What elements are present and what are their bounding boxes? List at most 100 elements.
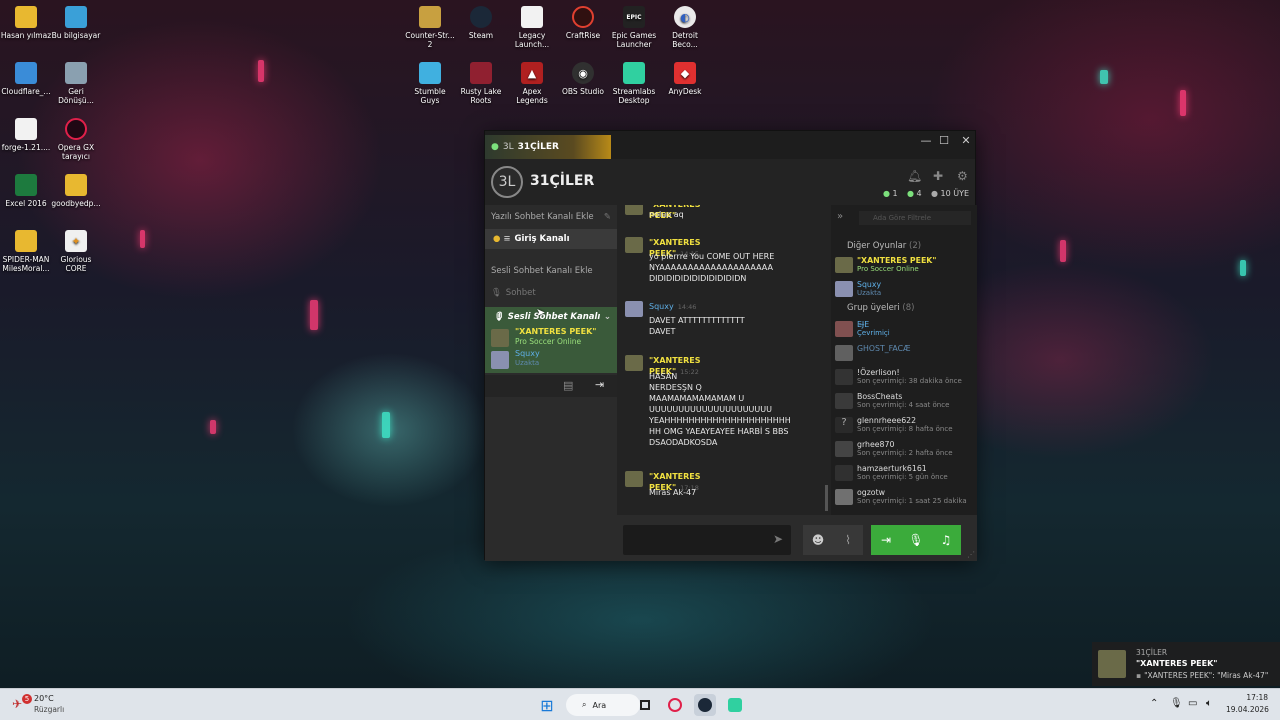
taskbar-app-opera[interactable] (664, 694, 686, 716)
voice-channel-icon: 🎙︎ (493, 312, 504, 322)
desktop-icon[interactable]: Cloudflare_... (0, 62, 52, 96)
desktop-icon[interactable]: Geri Dönüşü... (50, 62, 102, 105)
emoji-button[interactable]: ☻ (803, 525, 833, 555)
network-icon[interactable]: ▭ (1188, 698, 1197, 709)
task-view-button[interactable] (634, 694, 656, 716)
text-channel-icon: ≡ (503, 234, 511, 244)
task-view-icon (640, 700, 650, 710)
member-filter-input[interactable]: Ada Göre Filtrele (859, 211, 971, 225)
desktop-icon[interactable]: Legacy Launch... (506, 6, 558, 49)
desktop-icon[interactable]: goodbyedp... (50, 174, 102, 208)
desktop-icon[interactable]: SPIDER-MAN MilesMoral... (0, 230, 52, 273)
member-row[interactable]: GHOST_FACÆ (835, 343, 975, 363)
start-button[interactable]: ⊞ (536, 694, 558, 716)
voice-controls: ▤ ⇥ (485, 375, 617, 397)
avatar (625, 301, 643, 317)
taskbar-search[interactable]: ⌕ Ara (566, 694, 640, 716)
avatar (835, 489, 853, 505)
desktop-icon[interactable]: Steam (455, 6, 507, 40)
avatar (835, 281, 853, 297)
desktop-icon[interactable]: Stumble Guys (404, 62, 456, 105)
desktop-icon[interactable]: Rusty Lake Roots (455, 62, 507, 105)
microphone-button[interactable]: 🎙︎ (901, 525, 931, 555)
text-channel-giris[interactable]: ● ≡ Giriş Kanalı (485, 229, 617, 249)
member-row[interactable]: hamzaerturk6161 Son çevrimiçi: 5 gün önce (835, 463, 975, 483)
message-author[interactable]: Squxy 14:46 (649, 301, 696, 313)
headphones-button[interactable]: ♫ (931, 525, 961, 555)
window-titlebar[interactable]: ● 3L 31ÇİLER — ☐ ✕ (485, 131, 975, 159)
message-input[interactable]: ➤ (623, 525, 791, 555)
close-icon[interactable]: ✕ (959, 134, 973, 147)
search-icon: ⌕ (582, 700, 587, 709)
message-text: noluo aq (649, 210, 684, 219)
desktop-icon[interactable]: Streamlabs Desktop (608, 62, 660, 105)
emoji-icon: ☻ (811, 533, 825, 547)
resize-grip-icon[interactable]: ⋰ (967, 550, 975, 559)
pin-icon[interactable]: ✎ (604, 212, 611, 222)
folder-icon (15, 230, 37, 252)
chevron-up-icon[interactable]: ⌃ (1150, 698, 1158, 709)
desktop-icon[interactable]: CraftRise (557, 6, 609, 40)
microphone-icon: 🎙︎ (908, 533, 924, 547)
leave-channel-icon[interactable]: ⇥ (595, 378, 604, 391)
member-row[interactable]: ? glennrheee622 Son çevrimiçi: 8 hafta önc… (835, 415, 975, 435)
desktop-icon[interactable]: Hasan yılmaz (0, 6, 52, 40)
desktop-icon[interactable]: Bu bilgisayar (50, 6, 102, 40)
add-user-icon[interactable]: ✚ (933, 169, 943, 183)
desktop-icon[interactable]: ◆ AnyDesk (659, 62, 711, 96)
desktop-icon[interactable]: Excel 2016 (0, 174, 52, 208)
desktop-icon[interactable]: forge-1.21.... (0, 118, 52, 152)
chat-tab[interactable]: ● 3L 31ÇİLER (485, 135, 611, 159)
gear-icon[interactable]: ⚙ (957, 169, 968, 183)
maximize-icon[interactable]: ☐ (937, 134, 951, 147)
desktop-icon[interactable]: ▲ Apex Legends (506, 62, 558, 105)
chat-notification[interactable]: 31ÇİLER "XANTERES PEEK" ▪ "XANTERES PEEK"… (1092, 642, 1280, 686)
desktop-icon[interactable]: EPIC Epic Games Launcher (608, 6, 660, 49)
member-row[interactable]: Squxy Uzakta (835, 279, 975, 299)
group-avatar[interactable]: 3L (491, 166, 523, 198)
desktop-icon-label: Hasan yılmaz (0, 31, 52, 40)
voice-user[interactable]: Squxy Uzakta (485, 349, 617, 371)
volume-icon[interactable]: 🔈︎ (1206, 698, 1212, 709)
leave-voice-button[interactable]: ⇥ (871, 525, 901, 555)
clock-time[interactable]: 17:18 (1228, 693, 1268, 702)
taskbar-app-steam[interactable] (694, 694, 716, 716)
desktop-icon[interactable]: ◐ Detroit Beco... (659, 6, 711, 49)
voice-user[interactable]: "XANTERES PEEK" Pro Soccer Online (485, 327, 617, 349)
attach-button[interactable]: ⌇ (833, 525, 863, 555)
neon-light (258, 60, 264, 82)
streamlabs-icon (623, 62, 645, 84)
group-name[interactable]: 31ÇİLER (530, 173, 594, 189)
member-row[interactable]: !Özerlison! Son çevrimiçi: 38 dakika önce (835, 367, 975, 387)
microphone-icon[interactable]: 🎙︎ (1170, 698, 1183, 709)
desktop-icon[interactable]: Counter-Str... 2 (404, 6, 456, 49)
voice-channel-sohbet[interactable]: 🎙︎ Sohbet (485, 283, 617, 303)
chevron-down-icon[interactable]: ⌄ (604, 312, 611, 322)
minimize-icon[interactable]: — (919, 134, 933, 147)
member-row[interactable]: "XANTERES PEEK" Pro Soccer Online (835, 255, 975, 275)
member-row[interactable]: BossCheats Son çevrimiçi: 4 saat önce (835, 391, 975, 411)
taskbar-app-streamlabs[interactable] (724, 694, 746, 716)
member-row[interactable]: grhee870 Son çevrimiçi: 2 hafta önce (835, 439, 975, 459)
desktop-icon[interactable]: ✦ Glorious CORE (50, 230, 102, 273)
desktop-icon-label: Epic Games Launcher (611, 31, 657, 49)
add-text-channel[interactable]: Yazılı Sohbet Kanalı Ekle ✎ (485, 207, 617, 227)
chat-scrollbar[interactable] (825, 485, 828, 511)
member-row[interactable]: ogzotw Son çevrimiçi: 1 saat 25 dakika (835, 487, 975, 507)
desktop-icon[interactable]: ◉ OBS Studio (557, 62, 609, 96)
obs-icon: ◉ (572, 62, 594, 84)
desktop-icon-label: AnyDesk (668, 87, 702, 96)
collapse-icon[interactable]: » (837, 211, 843, 222)
avatar (835, 321, 853, 337)
bell-icon[interactable]: 🔔︎ (907, 169, 922, 183)
send-icon[interactable]: ➤ (773, 532, 783, 546)
active-voice-channel[interactable]: 🎙︎ Sesli Sohbet Kanalı ⌄ "XANTERES PEEK" P… (485, 307, 617, 373)
neon-light (310, 300, 318, 330)
add-voice-channel[interactable]: Sesli Sohbet Kanalı Ekle (485, 261, 617, 281)
desktop-icon[interactable]: Opera GX tarayıcı (50, 118, 102, 161)
desktop-icon-label: Opera GX tarayıcı (57, 143, 95, 161)
channel-settings-icon[interactable]: ▤ (563, 379, 573, 392)
clock-date[interactable]: 19.04.2026 (1226, 705, 1269, 714)
epic-games-icon: EPIC (623, 6, 645, 28)
member-row[interactable]: EJ̶E Çevrimiçi (835, 319, 975, 339)
